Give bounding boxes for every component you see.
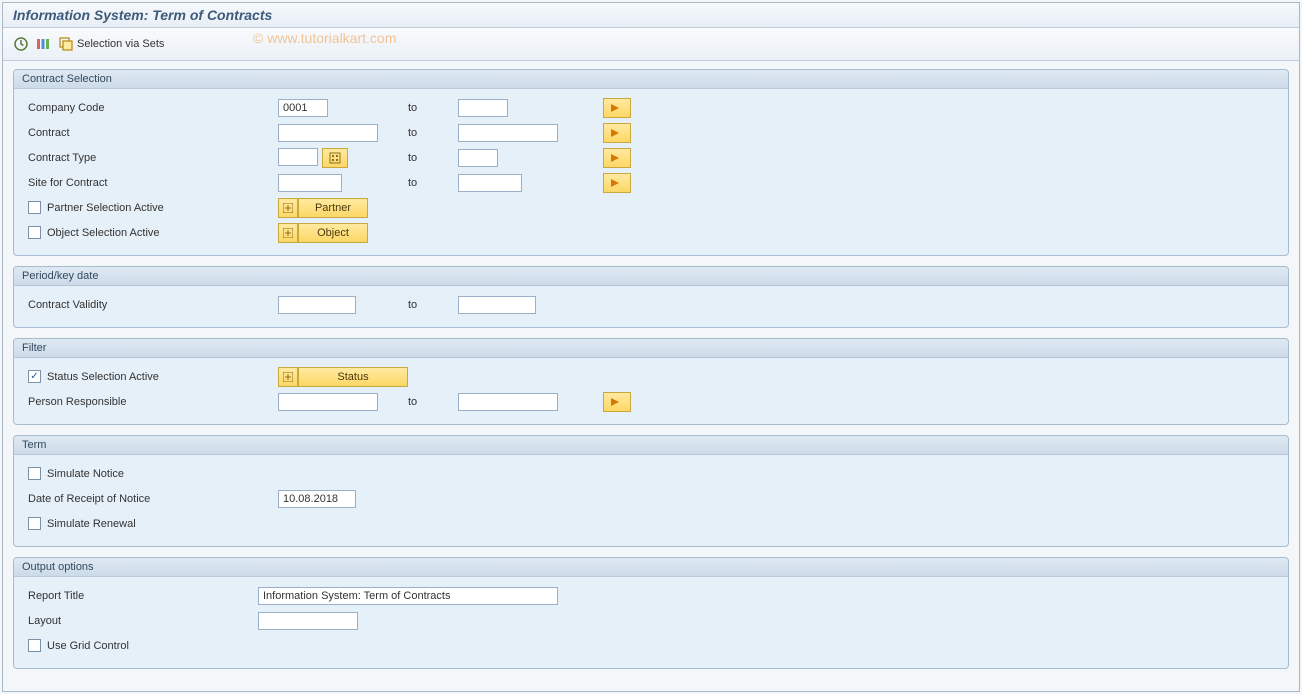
simulate-renewal-checkbox[interactable] bbox=[28, 517, 41, 530]
company-code-label: Company Code bbox=[28, 102, 104, 114]
contract-validity-label: Contract Validity bbox=[28, 299, 107, 311]
row-site-for-contract: Site for Contract to bbox=[22, 170, 1280, 195]
row-date-receipt-of-notice: Date of Receipt of Notice bbox=[22, 486, 1280, 511]
status-button-label: Status bbox=[298, 367, 408, 387]
to-label: to bbox=[408, 152, 417, 164]
contract-to-input[interactable] bbox=[458, 124, 558, 142]
date-receipt-input[interactable] bbox=[278, 490, 356, 508]
report-title-label: Report Title bbox=[28, 590, 84, 602]
group-period-key-date: Period/key date Contract Validity to bbox=[13, 266, 1289, 328]
contract-type-multi-button[interactable] bbox=[603, 148, 631, 168]
partner-active-label: Partner Selection Active bbox=[47, 202, 164, 214]
to-label: to bbox=[408, 299, 417, 311]
title-bar: Information System: Term of Contracts bbox=[3, 3, 1299, 28]
to-label: to bbox=[408, 396, 417, 408]
row-contract-validity: Contract Validity to bbox=[22, 292, 1280, 317]
object-button[interactable]: Object bbox=[278, 223, 368, 243]
layout-label: Layout bbox=[28, 615, 61, 627]
simulate-notice-label: Simulate Notice bbox=[47, 468, 124, 480]
row-status-selection-active: Status Selection Active Status bbox=[22, 364, 1280, 389]
status-active-label: Status Selection Active bbox=[47, 371, 159, 383]
company-code-from-input[interactable] bbox=[278, 99, 328, 117]
object-active-checkbox[interactable] bbox=[28, 226, 41, 239]
execute-icon[interactable] bbox=[13, 36, 29, 52]
contract-from-input[interactable] bbox=[278, 124, 378, 142]
to-label: to bbox=[408, 102, 417, 114]
partner-active-checkbox[interactable] bbox=[28, 201, 41, 214]
status-button[interactable]: Status bbox=[278, 367, 408, 387]
row-partner-selection-active: Partner Selection Active Partner bbox=[22, 195, 1280, 220]
contract-validity-to-input[interactable] bbox=[458, 296, 536, 314]
row-use-grid-control: Use Grid Control bbox=[22, 633, 1280, 658]
layout-input[interactable] bbox=[258, 612, 358, 630]
person-responsible-to-input[interactable] bbox=[458, 393, 558, 411]
date-receipt-label: Date of Receipt of Notice bbox=[28, 493, 150, 505]
site-from-input[interactable] bbox=[278, 174, 342, 192]
page-title: Information System: Term of Contracts bbox=[13, 7, 1289, 23]
contract-multi-button[interactable] bbox=[603, 123, 631, 143]
company-code-multi-button[interactable] bbox=[603, 98, 631, 118]
report-title-input[interactable] bbox=[258, 587, 558, 605]
status-active-checkbox[interactable] bbox=[28, 370, 41, 383]
site-label: Site for Contract bbox=[28, 177, 107, 189]
partner-button-label: Partner bbox=[298, 198, 368, 218]
to-label: to bbox=[408, 127, 417, 139]
contract-type-label: Contract Type bbox=[28, 152, 96, 164]
group-title: Output options bbox=[14, 558, 1288, 577]
app-window: Information System: Term of Contracts Se… bbox=[2, 2, 1300, 692]
contract-label: Contract bbox=[28, 127, 70, 139]
selection-via-sets-label: Selection via Sets bbox=[77, 38, 164, 50]
contract-type-to-input[interactable] bbox=[458, 149, 498, 167]
simulate-renewal-label: Simulate Renewal bbox=[47, 518, 136, 530]
row-report-title: Report Title bbox=[22, 583, 1280, 608]
watermark: © www.tutorialkart.com bbox=[253, 30, 396, 46]
contract-validity-from-input[interactable] bbox=[278, 296, 356, 314]
group-title: Term bbox=[14, 436, 1288, 455]
person-responsible-from-input[interactable] bbox=[278, 393, 378, 411]
contract-type-lookup-button[interactable] bbox=[322, 148, 348, 168]
object-active-label: Object Selection Active bbox=[47, 227, 160, 239]
person-responsible-label: Person Responsible bbox=[28, 396, 126, 408]
person-responsible-multi-button[interactable] bbox=[603, 392, 631, 412]
toolbar: Selection via Sets © www.tutorialkart.co… bbox=[3, 28, 1299, 61]
group-filter: Filter Status Selection Active Status bbox=[13, 338, 1289, 425]
group-title: Contract Selection bbox=[14, 70, 1288, 89]
company-code-to-input[interactable] bbox=[458, 99, 508, 117]
to-label: to bbox=[408, 177, 417, 189]
site-multi-button[interactable] bbox=[603, 173, 631, 193]
group-output-options: Output options Report Title Layout Use G… bbox=[13, 557, 1289, 669]
partner-button[interactable]: Partner bbox=[278, 198, 368, 218]
use-grid-label: Use Grid Control bbox=[47, 640, 129, 652]
simulate-notice-checkbox[interactable] bbox=[28, 467, 41, 480]
group-title: Filter bbox=[14, 339, 1288, 358]
use-grid-checkbox[interactable] bbox=[28, 639, 41, 652]
row-contract-type: Contract Type to bbox=[22, 145, 1280, 170]
content-area: Contract Selection Company Code to Contr… bbox=[3, 61, 1299, 691]
row-person-responsible: Person Responsible to bbox=[22, 389, 1280, 414]
row-simulate-renewal: Simulate Renewal bbox=[22, 511, 1280, 536]
group-title: Period/key date bbox=[14, 267, 1288, 286]
group-contract-selection: Contract Selection Company Code to Contr… bbox=[13, 69, 1289, 256]
object-button-label: Object bbox=[298, 223, 368, 243]
expand-icon bbox=[278, 223, 298, 243]
site-to-input[interactable] bbox=[458, 174, 522, 192]
selection-via-sets-button[interactable]: Selection via Sets bbox=[59, 37, 164, 51]
row-layout: Layout bbox=[22, 608, 1280, 633]
contract-type-from-input[interactable] bbox=[278, 148, 318, 166]
variant-icon[interactable] bbox=[35, 36, 51, 52]
row-simulate-notice: Simulate Notice bbox=[22, 461, 1280, 486]
row-company-code: Company Code to bbox=[22, 95, 1280, 120]
expand-icon bbox=[278, 367, 298, 387]
expand-icon bbox=[278, 198, 298, 218]
row-contract: Contract to bbox=[22, 120, 1280, 145]
row-object-selection-active: Object Selection Active Object bbox=[22, 220, 1280, 245]
group-term: Term Simulate Notice Date of Receipt of … bbox=[13, 435, 1289, 547]
